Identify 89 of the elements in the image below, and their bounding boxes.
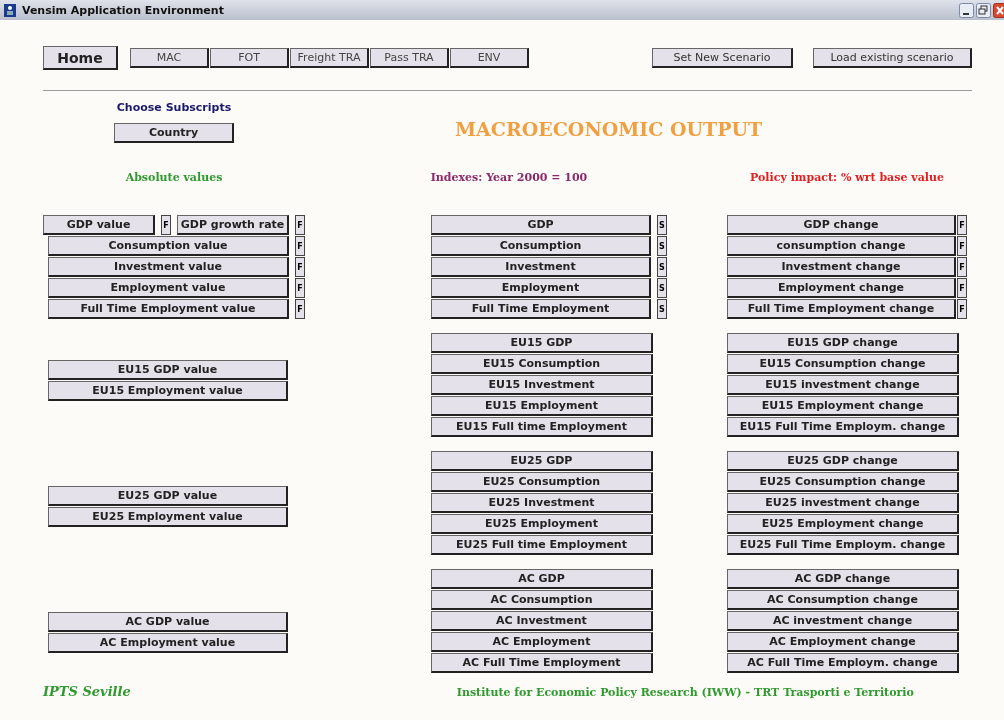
output-button[interactable]: EU25 Consumption	[431, 472, 653, 492]
flag-button[interactable]: F	[295, 215, 305, 235]
output-button[interactable]: consumption change	[727, 236, 956, 256]
output-button[interactable]: EU15 Employment	[431, 396, 653, 416]
app-icon	[4, 3, 16, 17]
page-title: MACROECONOMIC OUTPUT	[455, 118, 763, 142]
output-button[interactable]: EU25 Full Time Employm. change	[727, 535, 959, 555]
output-button[interactable]: AC Investment	[431, 611, 653, 631]
flag-button[interactable]: F	[295, 236, 305, 256]
output-button[interactable]: EU25 Consumption change	[727, 472, 959, 492]
output-button[interactable]: EU25 Full time Employment	[431, 535, 653, 555]
output-button[interactable]: EU15 Consumption	[431, 354, 653, 374]
output-button[interactable]: EU15 Consumption change	[727, 354, 959, 374]
output-button[interactable]: Full Time Employment	[431, 299, 651, 319]
flag-button[interactable]: F	[957, 236, 967, 256]
output-button[interactable]: EU15 Full Time Employm. change	[727, 417, 959, 437]
flag-button[interactable]: F	[957, 257, 967, 277]
output-button[interactable]: EU15 investment change	[727, 375, 959, 395]
output-button[interactable]: Investment change	[727, 257, 956, 277]
output-button[interactable]: AC Full Time Employm. change	[727, 653, 959, 673]
window-title: Vensim Application Environment	[22, 3, 224, 17]
output-button[interactable]: Investment	[431, 257, 651, 277]
output-button[interactable]: EU25 Employment	[431, 514, 653, 534]
output-button[interactable]: AC Full Time Employment	[431, 653, 653, 673]
flag-button[interactable]: F	[957, 299, 967, 319]
output-button[interactable]: Consumption	[431, 236, 651, 256]
output-button[interactable]: AC Consumption change	[727, 590, 959, 610]
restore-icon[interactable]	[976, 2, 991, 18]
output-button[interactable]: AC Employment change	[727, 632, 959, 652]
flag-button[interactable]: S	[657, 299, 667, 319]
output-button[interactable]: EU15 Employment change	[727, 396, 959, 416]
nav-tab[interactable]: FOT	[210, 48, 289, 68]
output-button[interactable]: EU25 GDP	[431, 451, 653, 471]
footer-credit: IPTS Seville	[43, 684, 131, 699]
flag-button[interactable]: S	[657, 236, 667, 256]
output-button[interactable]: Investment value	[48, 257, 289, 277]
output-button[interactable]: AC GDP	[431, 569, 653, 589]
output-button[interactable]: AC Employment	[431, 632, 653, 652]
output-button[interactable]: EU15 GDP	[431, 333, 653, 353]
output-button[interactable]: EU15 GDP change	[727, 333, 959, 353]
output-button[interactable]: Consumption value	[48, 236, 289, 256]
output-button[interactable]: AC GDP change	[727, 569, 959, 589]
subscripts-label: Choose Subscripts	[116, 101, 232, 114]
flag-button[interactable]: F	[295, 257, 305, 277]
output-button[interactable]: GDP change	[727, 215, 956, 235]
nav-tab[interactable]: ENV	[450, 48, 529, 68]
flag-button[interactable]: F	[957, 278, 967, 298]
nav-tab[interactable]: Pass TRA	[370, 48, 449, 68]
flag-button[interactable]: S	[657, 257, 667, 277]
output-button[interactable]: Full Time Employment value	[48, 299, 289, 319]
section-heading: Absolute values	[124, 171, 224, 186]
output-button[interactable]: EU25 GDP change	[727, 451, 959, 471]
output-button[interactable]: AC GDP value	[48, 612, 288, 632]
flag-button[interactable]: F	[295, 299, 305, 319]
output-button[interactable]: EU25 GDP value	[48, 486, 288, 506]
output-button[interactable]: EU25 Investment	[431, 493, 653, 513]
output-button[interactable]: Employment value	[48, 278, 289, 298]
flag-button[interactable]: S	[657, 215, 667, 235]
output-button[interactable]: AC Employment value	[48, 633, 288, 653]
output-button[interactable]: AC Consumption	[431, 590, 653, 610]
output-button[interactable]: EU15 Employment value	[48, 381, 288, 401]
section-heading: Policy impact: % wrt base value	[749, 171, 945, 186]
output-button[interactable]: GDP growth rate	[177, 215, 289, 235]
flag-button[interactable]: F	[295, 278, 305, 298]
nav-tab[interactable]: Freight TRA	[290, 48, 369, 68]
home-button[interactable]: Home	[43, 46, 118, 70]
close-icon[interactable]	[993, 2, 1004, 18]
output-button[interactable]: Full Time Employment change	[727, 299, 956, 319]
country-button[interactable]: Country	[114, 123, 234, 143]
output-button[interactable]: GDP value	[43, 215, 155, 235]
output-button[interactable]: EU25 Employment value	[48, 507, 288, 527]
flag-button[interactable]: S	[657, 278, 667, 298]
flag-button[interactable]: F	[161, 215, 171, 235]
minimize-icon[interactable]	[959, 2, 974, 18]
output-button[interactable]: EU25 investment change	[727, 493, 959, 513]
nav-tab[interactable]: MAC	[130, 48, 209, 68]
footer-credit: Institute for Economic Policy Research (IWW) - TRT Trasporti e Territorio	[456, 686, 914, 699]
section-heading: Indexes: Year 2000 = 100	[429, 171, 589, 186]
output-button[interactable]: GDP	[431, 215, 651, 235]
scenario-button[interactable]: Load existing scenario	[813, 48, 972, 68]
output-button[interactable]: EU15 Investment	[431, 375, 653, 395]
output-button[interactable]: EU15 GDP value	[48, 360, 288, 380]
scenario-button[interactable]: Set New Scenario	[652, 48, 793, 68]
output-button[interactable]: EU25 Employment change	[727, 514, 959, 534]
flag-button[interactable]: F	[957, 215, 967, 235]
output-button[interactable]: EU15 Full time Employment	[431, 417, 653, 437]
output-button[interactable]: Employment	[431, 278, 651, 298]
output-button[interactable]: AC investment change	[727, 611, 959, 631]
output-button[interactable]: Employment change	[727, 278, 956, 298]
